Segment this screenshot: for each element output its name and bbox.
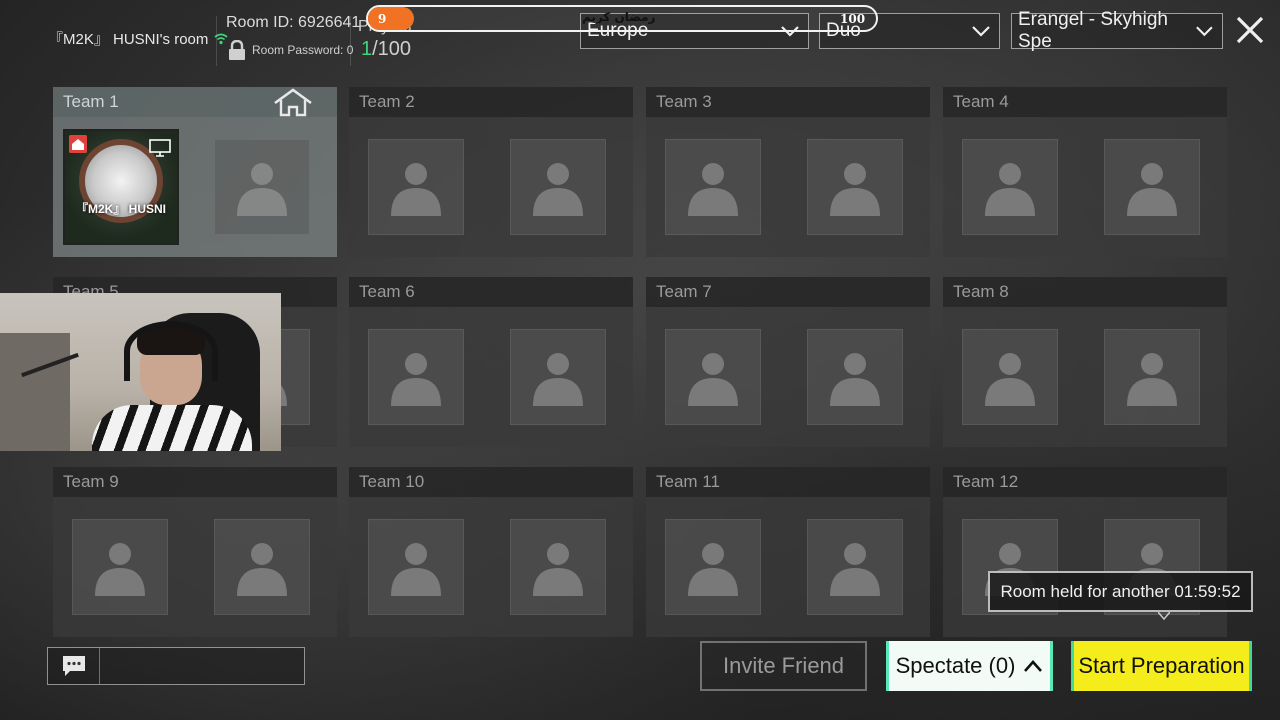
header-divider xyxy=(216,16,217,66)
players-current: 1 xyxy=(361,38,373,60)
headset xyxy=(124,321,218,381)
team-card-2[interactable]: Team 2 xyxy=(349,87,633,257)
team-card-8[interactable]: Team 8 xyxy=(943,277,1227,447)
person-icon xyxy=(533,543,583,596)
team-label: Team 11 xyxy=(646,467,930,497)
monitor-icon xyxy=(149,139,171,157)
room-name-text: 『M2K』 HUSNI's room xyxy=(48,31,209,48)
person-icon xyxy=(391,353,441,406)
map-value: Erangel - Skyhigh Spe xyxy=(1018,9,1168,52)
person-icon xyxy=(95,543,145,596)
empty-slot[interactable] xyxy=(368,519,464,615)
team-card-3[interactable]: Team 3 xyxy=(646,87,930,257)
empty-slot[interactable] xyxy=(665,139,761,235)
empty-slot[interactable] xyxy=(665,519,761,615)
person-icon xyxy=(830,543,880,596)
empty-slot[interactable] xyxy=(807,329,903,425)
team-label: Team 4 xyxy=(943,87,1227,117)
invite-friend-button[interactable]: Invite Friend xyxy=(700,641,867,691)
empty-slot[interactable] xyxy=(807,519,903,615)
players-max: /100 xyxy=(372,38,412,60)
empty-slot[interactable] xyxy=(1104,329,1200,425)
webcam-overlay xyxy=(0,293,281,451)
spectate-button[interactable]: Spectate (0) xyxy=(886,641,1053,691)
chevron-down-icon xyxy=(972,26,990,37)
home-icon xyxy=(274,88,312,117)
team-label: Team 12 xyxy=(943,467,1227,497)
close-icon[interactable] xyxy=(1234,14,1266,46)
team-label: Team 7 xyxy=(646,277,930,307)
empty-slot[interactable] xyxy=(510,329,606,425)
person-icon xyxy=(985,353,1035,406)
person-icon xyxy=(1127,163,1177,216)
empty-slot[interactable] xyxy=(510,139,606,235)
person-icon xyxy=(688,543,738,596)
overlay-text: رمضان كريم xyxy=(582,10,656,24)
person-icon xyxy=(533,163,583,216)
team-label: Team 6 xyxy=(349,277,633,307)
start-preparation-button[interactable]: Start Preparation xyxy=(1071,641,1252,691)
empty-slot[interactable] xyxy=(214,139,310,235)
map-select[interactable]: Erangel - Skyhigh Spe xyxy=(1011,9,1223,52)
empty-slot[interactable] xyxy=(962,139,1058,235)
person-icon xyxy=(237,543,287,596)
empty-slot[interactable] xyxy=(368,139,464,235)
overlay-current: 9 xyxy=(378,12,387,26)
chevron-down-icon xyxy=(1196,26,1213,37)
person-icon xyxy=(1127,353,1177,406)
team-label: Team 8 xyxy=(943,277,1227,307)
room-id: Room ID: 6926641 xyxy=(226,14,361,31)
person-icon xyxy=(391,543,441,596)
overlay-progress-fill xyxy=(368,7,414,30)
team-card-6[interactable]: Team 6 xyxy=(349,277,633,447)
chat-icon xyxy=(62,656,85,676)
team-card-11[interactable]: Team 11 xyxy=(646,467,930,637)
person-icon xyxy=(688,353,738,406)
player-avatar-card[interactable]: 『M2K』 HUSNI xyxy=(63,129,179,245)
team-label: Team 10 xyxy=(349,467,633,497)
team-label: Team 2 xyxy=(349,87,633,117)
home-badge-icon xyxy=(69,135,87,153)
spectate-label: Spectate (0) xyxy=(895,653,1016,678)
empty-slot[interactable] xyxy=(1104,139,1200,235)
chat-button[interactable] xyxy=(48,648,100,684)
person-icon xyxy=(830,163,880,216)
empty-slot[interactable] xyxy=(962,329,1058,425)
overlay-max: 100 xyxy=(840,12,866,26)
tooltip-pointer xyxy=(1158,612,1170,620)
room-password-text: Room Password: 0 xyxy=(252,43,354,57)
header-divider-2 xyxy=(350,16,351,66)
chat-input[interactable] xyxy=(47,647,305,685)
team-card-7[interactable]: Team 7 xyxy=(646,277,930,447)
caret-up-icon xyxy=(1024,660,1043,672)
person-icon xyxy=(985,163,1035,216)
empty-slot[interactable] xyxy=(807,139,903,235)
empty-slot[interactable] xyxy=(510,519,606,615)
team-card-4[interactable]: Team 4 xyxy=(943,87,1227,257)
team-label: Team 3 xyxy=(646,87,930,117)
empty-slot[interactable] xyxy=(214,519,310,615)
team-card-1[interactable]: Team 1 『M2K』 HUSNI xyxy=(53,87,337,257)
lock-icon xyxy=(229,40,245,60)
empty-slot[interactable] xyxy=(72,519,168,615)
person-icon xyxy=(391,163,441,216)
team-card-9[interactable]: Team 9 xyxy=(53,467,337,637)
team-card-10[interactable]: Team 10 xyxy=(349,467,633,637)
overlay-progress-bar: 9 رمضان كريم 100 xyxy=(366,5,878,32)
room-name: 『M2K』 HUSNI's room xyxy=(48,28,228,49)
player-name: 『M2K』 HUSNI xyxy=(75,202,166,216)
person-icon xyxy=(688,163,738,216)
empty-slot[interactable] xyxy=(665,329,761,425)
empty-slot[interactable] xyxy=(368,329,464,425)
players-count: 1/100 xyxy=(361,38,411,61)
streamer-shirt xyxy=(92,405,252,451)
person-icon xyxy=(533,353,583,406)
team-label: Team 9 xyxy=(53,467,337,497)
room-timer-tooltip: Room held for another 01:59:52 xyxy=(988,571,1253,612)
person-icon xyxy=(237,163,287,216)
webcam-background xyxy=(0,333,70,451)
person-icon xyxy=(830,353,880,406)
room-password: Room Password: 0 xyxy=(228,40,353,60)
